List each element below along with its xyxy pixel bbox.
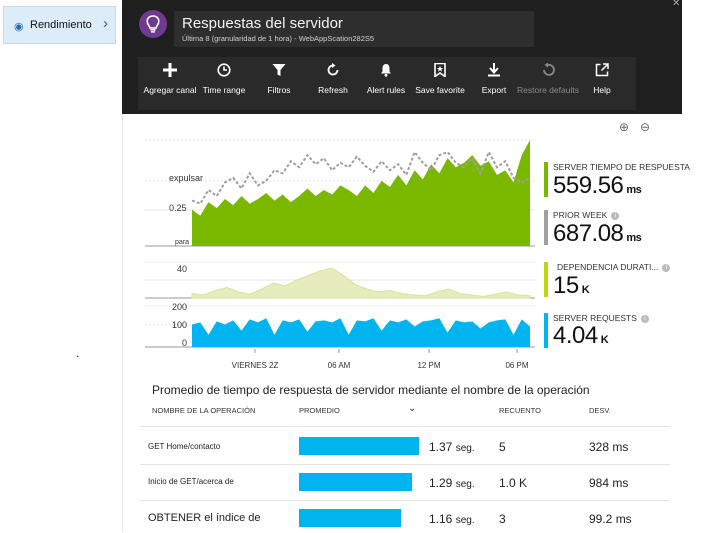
metric-color-bar [544,162,548,197]
deviation-value: 984 ms [589,476,629,490]
x-tick-label: 12 PM [417,361,440,370]
series-area-dependency-duration [191,267,531,299]
column-header-operation[interactable]: NOMBRE DE LA OPERACIÓN [152,406,255,415]
metric-label: DEPENDENCIA DURATI... i [557,262,671,272]
x-tick-label: VIERNES 2Z [232,361,279,370]
info-icon: i [611,212,620,220]
metric-label: SERVER TIEMPO DE RESPUESTA [553,162,690,172]
operation-name: Inicio de GET/acerca de [148,477,234,486]
y-tick-label: 100 [172,320,187,330]
average-bar [299,473,412,491]
count-value: 3 [499,512,506,526]
table-row[interactable]: OBTENER el índice de 1.16 seg. 3 99.2 ms [140,500,670,533]
count-value: 1.0 K [499,476,528,490]
y-tick-label: 0 [182,338,187,348]
y-tick-label: 40 [177,264,187,274]
operation-name: GET Home/contacto [148,442,221,451]
average-bar [299,509,401,527]
average-bar [299,437,419,455]
count-value: 5 [499,440,506,454]
metric-color-bar [544,262,548,297]
table-row[interactable]: Inicio de GET/acerca de 1.29 seg. 1.0 K … [140,464,670,501]
info-icon: i [662,264,671,272]
metric-value: 687.08 ms [553,220,642,247]
metric-color-bar [544,210,548,245]
series-area-server-requests [192,318,530,347]
x-tick-label: 06 PM [505,361,528,370]
table-title: Promedio de tiempo de respuesta de servi… [152,383,590,397]
x-tick-label: 06 AM [328,361,351,370]
column-header-average[interactable]: PROMEDIO [299,406,340,415]
deviation-value: 328 ms [589,440,629,454]
sort-chevron-down-icon[interactable]: ⌄ [408,403,416,414]
metric-label: PRIOR WEEK i [553,210,620,220]
metric-color-bar [544,313,548,348]
column-header-deviation[interactable]: DESV. [589,406,611,415]
annotation-label: para [175,239,189,246]
metric-value: 15 K [553,272,590,299]
y-tick-label: 200 [172,302,187,312]
average-value: 1.16 seg. [429,512,475,526]
info-icon: i [640,315,649,323]
y-tick-label: 0.25 [169,203,187,213]
annotation-label: expulsar [169,173,203,183]
metric-value: 4.04 K [553,322,609,349]
metric-value: 559.56 ms [553,172,642,199]
table-row[interactable]: GET Home/contacto 1.37 seg. 5 328 ms [140,426,670,465]
average-value: 1.37 seg. [429,440,475,454]
operation-name: OBTENER el índice de [148,512,261,524]
column-header-count[interactable]: RECUENTO [499,406,541,415]
series-area-server-response-time [192,140,530,246]
average-value: 1.29 seg. [429,476,475,490]
deviation-value: 99.2 ms [589,512,632,526]
